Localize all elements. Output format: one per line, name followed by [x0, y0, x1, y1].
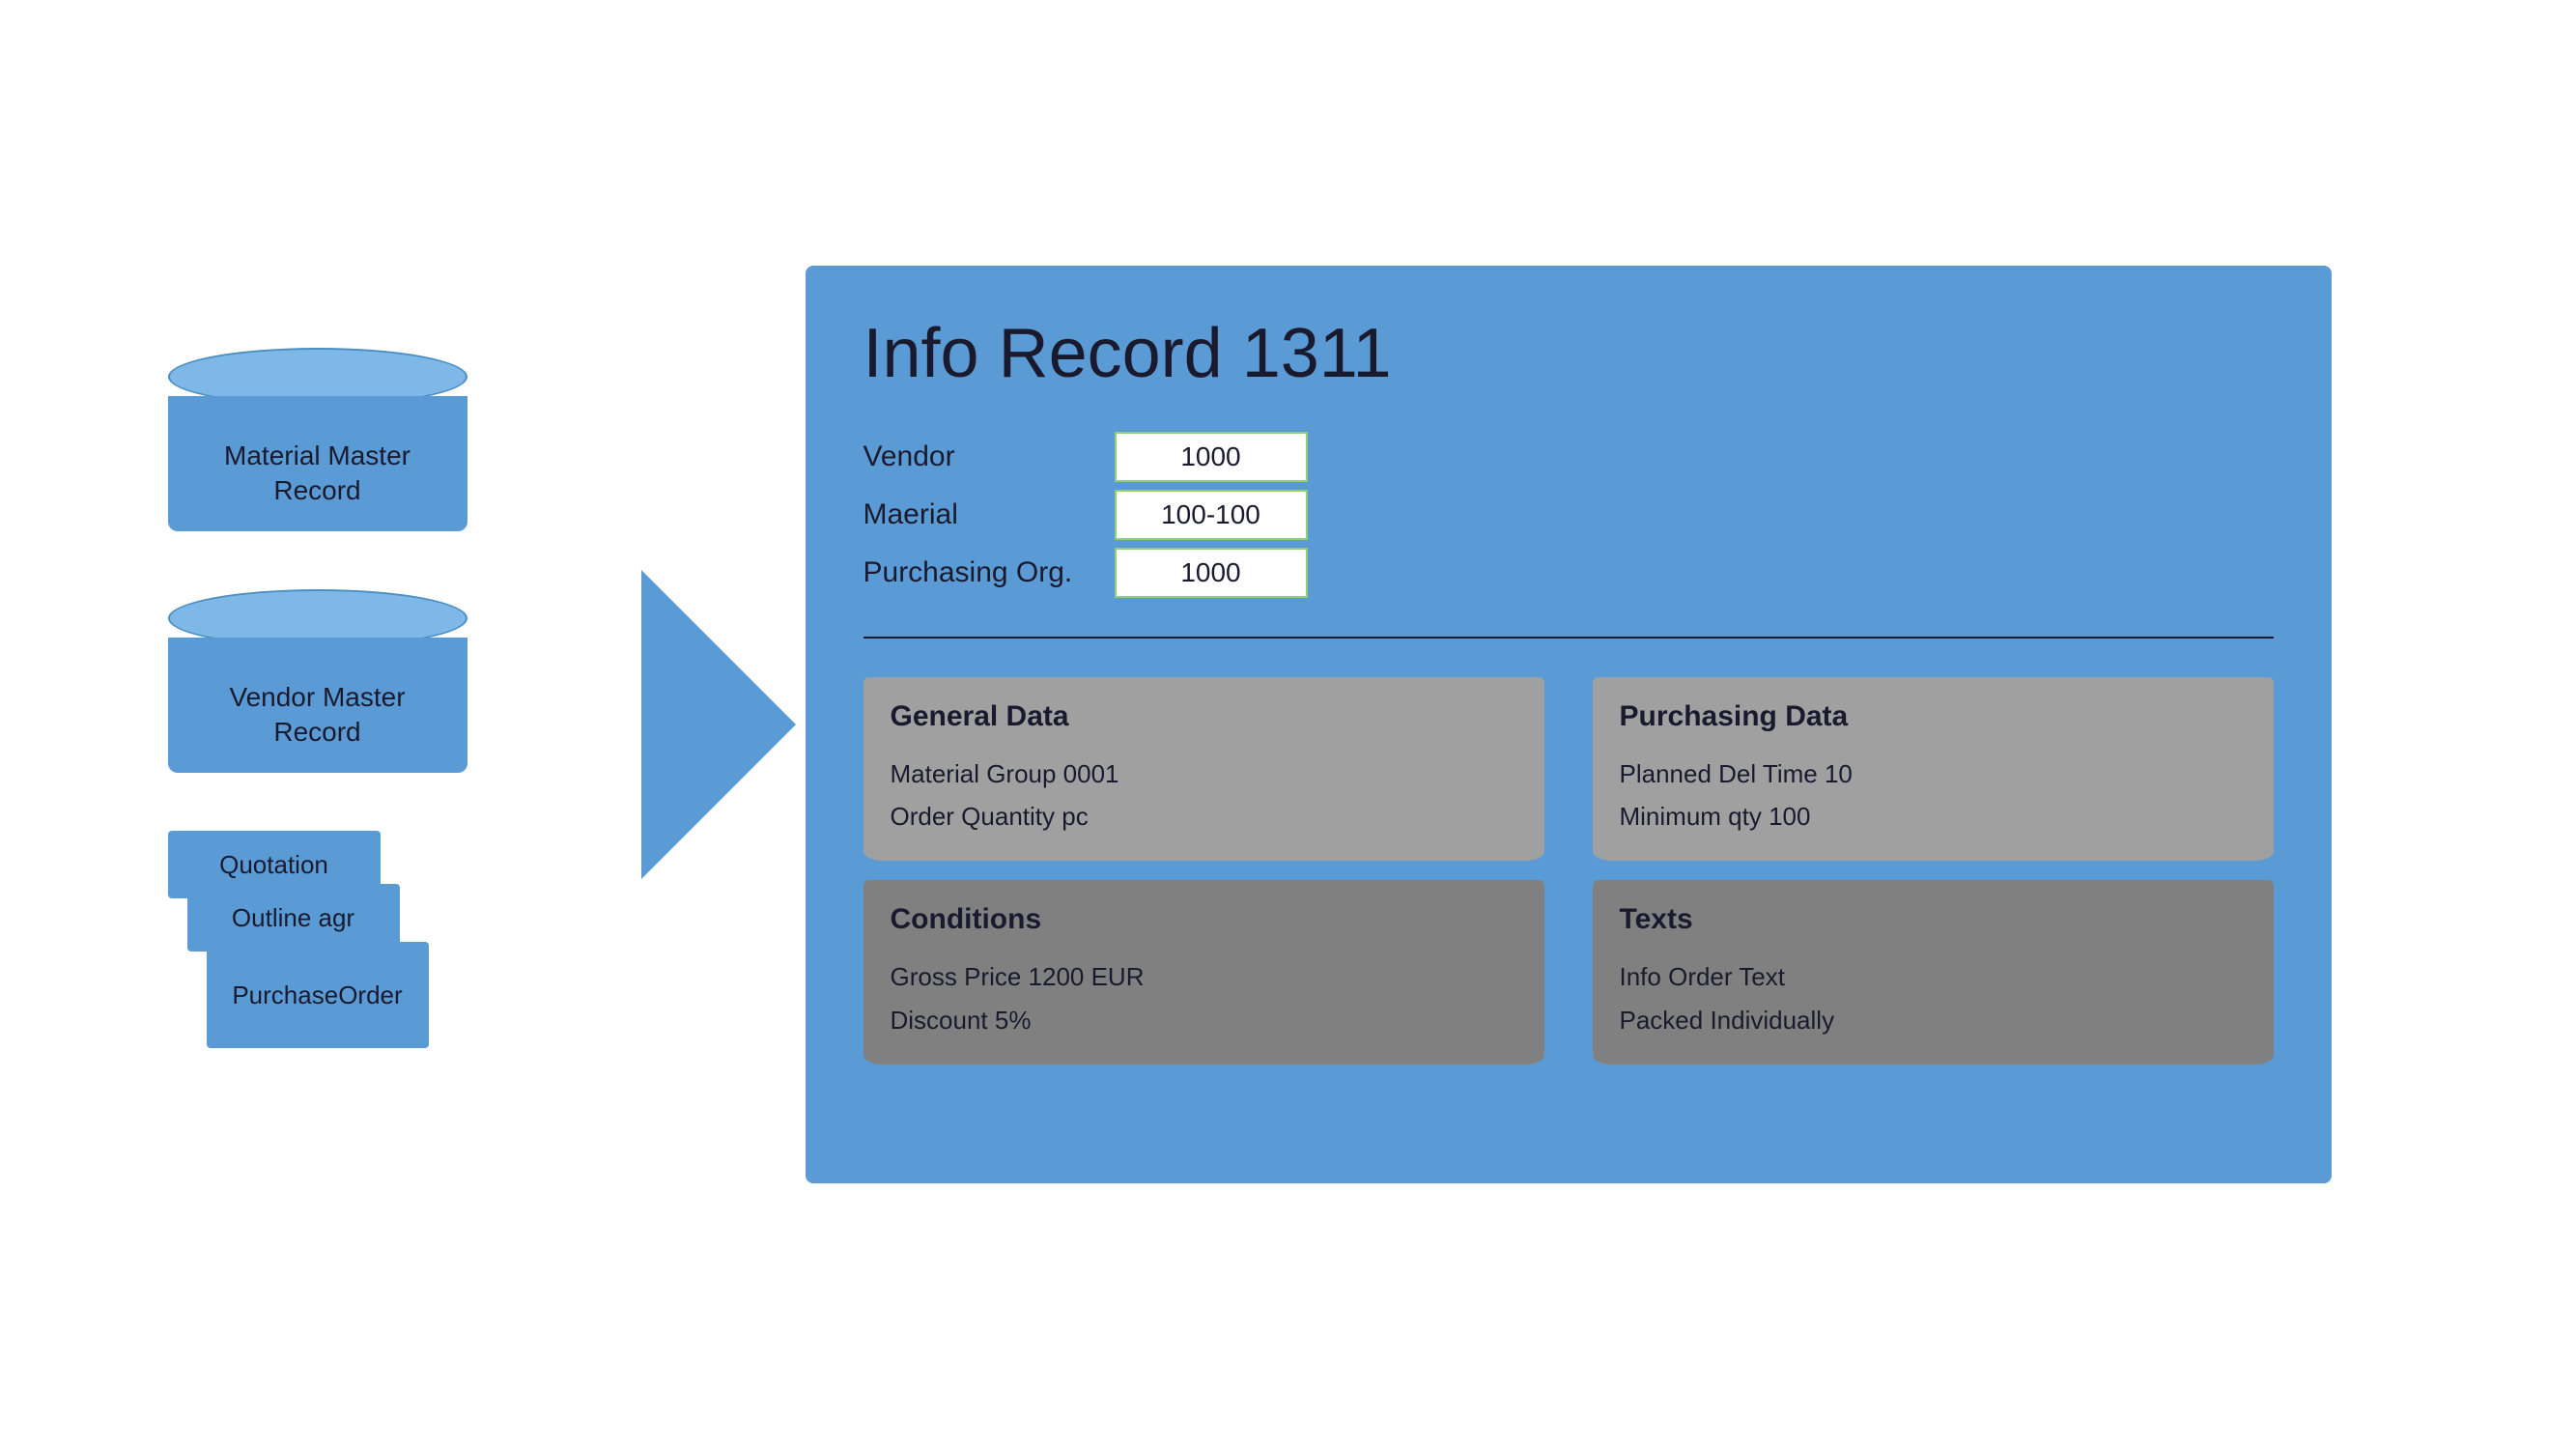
material-master-cylinder: Material Master Record	[168, 348, 467, 531]
vendor-master-label: Vendor Master Record	[229, 680, 405, 751]
info-record-box: Info Record 1311 Vendor 1000 Maerial 100…	[806, 266, 2332, 1183]
arrow-container	[632, 290, 806, 1159]
material-label: Maerial	[863, 498, 1076, 531]
section-divider	[863, 637, 2274, 639]
material-input[interactable]: 100-100	[1115, 490, 1308, 540]
data-sections: General Data Material Group 0001 Order Q…	[863, 677, 2274, 1135]
material-master-label: Material Master Record	[224, 439, 410, 509]
right-data-column: Purchasing Data Planned Del Time 10 Mini…	[1593, 677, 2274, 1135]
right-arrow-icon	[641, 570, 796, 879]
papers-stack: Quotation Outline agr Purchase Order	[168, 831, 458, 1101]
texts-box: Texts Info Order Text Packed Individuall…	[1593, 880, 2274, 1064]
left-data-column: General Data Material Group 0001 Order Q…	[863, 677, 1544, 1135]
general-data-title: General Data	[891, 700, 1517, 733]
discount-text: Discount 5%	[891, 999, 1517, 1041]
cylinder-body-material: Material Master Record	[168, 396, 467, 531]
order-quantity-text: Order Quantity pc	[891, 795, 1517, 838]
cylinder-body-vendor: Vendor Master Record	[168, 638, 467, 773]
vendor-field-row: Vendor 1000	[863, 432, 2274, 482]
main-container: Material Master Record Vendor Master Rec…	[129, 97, 2448, 1352]
conditions-box: Conditions Gross Price 1200 EUR Discount…	[863, 880, 1544, 1064]
texts-title: Texts	[1620, 903, 2247, 936]
minimum-qty-text: Minimum qty 100	[1620, 795, 2247, 838]
left-side: Material Master Record Vendor Master Rec…	[129, 97, 632, 1352]
material-field-row: Maerial 100-100	[863, 490, 2274, 540]
purchasing-field-row: Purchasing Org. 1000	[863, 548, 2274, 598]
purchasing-data-box: Purchasing Data Planned Del Time 10 Mini…	[1593, 677, 2274, 861]
vendor-master-cylinder: Vendor Master Record	[168, 589, 467, 773]
info-record-title: Info Record 1311	[863, 314, 2274, 393]
material-group-text: Material Group 0001	[891, 753, 1517, 795]
conditions-title: Conditions	[891, 903, 1517, 936]
purchasing-data-title: Purchasing Data	[1620, 700, 2247, 733]
packed-text: Packed Individually	[1620, 999, 2247, 1041]
general-data-content: Material Group 0001 Order Quantity pc	[891, 753, 1517, 838]
info-order-text: Info Order Text	[1620, 955, 2247, 998]
vendor-input[interactable]: 1000	[1115, 432, 1308, 482]
conditions-content: Gross Price 1200 EUR Discount 5%	[891, 955, 1517, 1040]
gross-price-text: Gross Price 1200 EUR	[891, 955, 1517, 998]
purchasing-input[interactable]: 1000	[1115, 548, 1308, 598]
purchasing-label: Purchasing Org.	[863, 556, 1076, 589]
info-record-header: Vendor 1000 Maerial 100-100 Purchasing O…	[863, 432, 2274, 598]
vendor-label: Vendor	[863, 440, 1076, 473]
paper-purchase: Purchase Order	[207, 942, 429, 1048]
purchasing-data-content: Planned Del Time 10 Minimum qty 100	[1620, 753, 2247, 838]
planned-del-text: Planned Del Time 10	[1620, 753, 2247, 795]
texts-content: Info Order Text Packed Individually	[1620, 955, 2247, 1040]
general-data-box: General Data Material Group 0001 Order Q…	[863, 677, 1544, 861]
